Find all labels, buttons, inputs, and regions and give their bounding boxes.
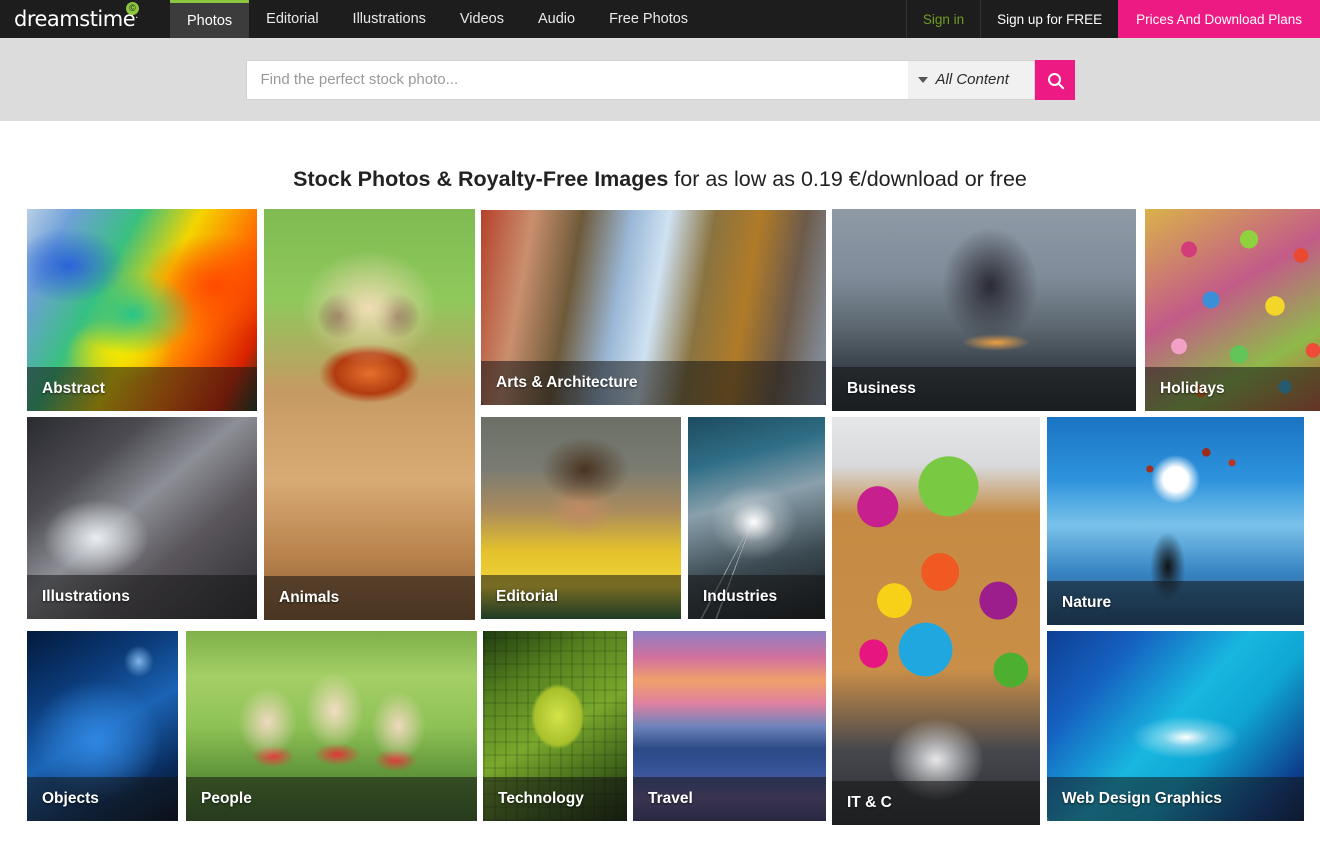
chevron-down-icon xyxy=(917,76,928,83)
category-tile-arts-architecture[interactable]: Arts & Architecture xyxy=(481,210,826,405)
category-tile-travel[interactable]: Travel xyxy=(633,631,826,821)
category-tile-technology[interactable]: Technology xyxy=(483,631,627,821)
category-tile-illustrations[interactable]: Illustrations xyxy=(27,417,257,619)
category-label-technology: Technology xyxy=(483,777,627,821)
nav-item-videos[interactable]: Videos xyxy=(443,0,521,38)
category-tile-editorial[interactable]: Editorial xyxy=(481,417,681,619)
nav-item-photos[interactable]: Photos xyxy=(170,0,250,38)
category-label-abstract: Abstract xyxy=(27,367,257,411)
category-label-industries: Industries xyxy=(688,575,825,619)
category-tile-industries[interactable]: Industries xyxy=(688,417,825,619)
primary-nav-items: Photos Editorial Illustrations Videos Au… xyxy=(170,0,705,38)
nav-item-audio[interactable]: Audio xyxy=(521,0,592,38)
category-thumbnail-animals xyxy=(264,209,475,620)
page-title-bold: Stock Photos & Royalty-Free Images xyxy=(293,167,669,191)
copyright-badge-icon: © xyxy=(126,2,139,15)
category-label-travel: Travel xyxy=(633,777,826,821)
category-tile-business[interactable]: Business xyxy=(832,209,1136,411)
page-title: Stock Photos & Royalty-Free Images for a… xyxy=(0,121,1320,192)
nav-item-illustrations[interactable]: Illustrations xyxy=(336,0,443,38)
category-label-animals: Animals xyxy=(264,576,475,620)
prices-and-plans-button[interactable]: Prices And Download Plans xyxy=(1118,0,1320,38)
category-label-holidays: Holidays xyxy=(1145,367,1320,411)
category-grid: Abstract Animals Arts & Architecture Bus… xyxy=(0,206,1320,846)
nav-item-free-photos[interactable]: Free Photos xyxy=(592,0,705,38)
brand-logo-text: dreamstime. xyxy=(14,7,138,31)
category-thumbnail-it-and-c xyxy=(832,417,1040,825)
content-type-select[interactable]: All Content xyxy=(907,59,1035,100)
sign-in-link[interactable]: Sign in xyxy=(905,0,980,38)
search-box: All Content xyxy=(245,59,1075,100)
category-label-business: Business xyxy=(832,367,1136,411)
category-tile-it-and-c[interactable]: IT & C xyxy=(832,417,1040,825)
category-tile-people[interactable]: People xyxy=(186,631,477,821)
category-label-it-and-c: IT & C xyxy=(832,781,1040,825)
nav-item-editorial[interactable]: Editorial xyxy=(249,0,335,38)
search-submit-button[interactable] xyxy=(1034,59,1075,100)
page-title-subtext: for as low as 0.19 €/download or free xyxy=(668,167,1027,191)
top-navigation-bar: dreamstime. © Photos Editorial Illustrat… xyxy=(0,0,1320,38)
category-tile-web-design-graphics[interactable]: Web Design Graphics xyxy=(1047,631,1304,821)
account-nav-items: Sign in Sign up for FREE Prices And Down… xyxy=(905,0,1320,38)
category-label-editorial: Editorial xyxy=(481,575,681,619)
category-tile-animals[interactable]: Animals xyxy=(264,209,475,620)
search-input[interactable] xyxy=(245,59,908,100)
category-label-arts-architecture: Arts & Architecture xyxy=(481,361,826,405)
category-tile-abstract[interactable]: Abstract xyxy=(27,209,257,411)
category-tile-nature[interactable]: Nature xyxy=(1047,417,1304,625)
search-icon xyxy=(1048,73,1061,86)
category-label-nature: Nature xyxy=(1047,581,1304,625)
category-tile-objects[interactable]: Objects xyxy=(27,631,178,821)
category-label-web-design-graphics: Web Design Graphics xyxy=(1047,777,1304,821)
search-band: All Content xyxy=(0,38,1320,121)
category-label-illustrations: Illustrations xyxy=(27,575,257,619)
brand-logo[interactable]: dreamstime. © xyxy=(0,0,170,38)
category-label-people: People xyxy=(186,777,477,821)
content-type-selected-value: All Content xyxy=(935,71,1009,88)
category-label-objects: Objects xyxy=(27,777,178,821)
sign-up-link[interactable]: Sign up for FREE xyxy=(980,0,1118,38)
category-tile-holidays[interactable]: Holidays xyxy=(1145,209,1320,411)
